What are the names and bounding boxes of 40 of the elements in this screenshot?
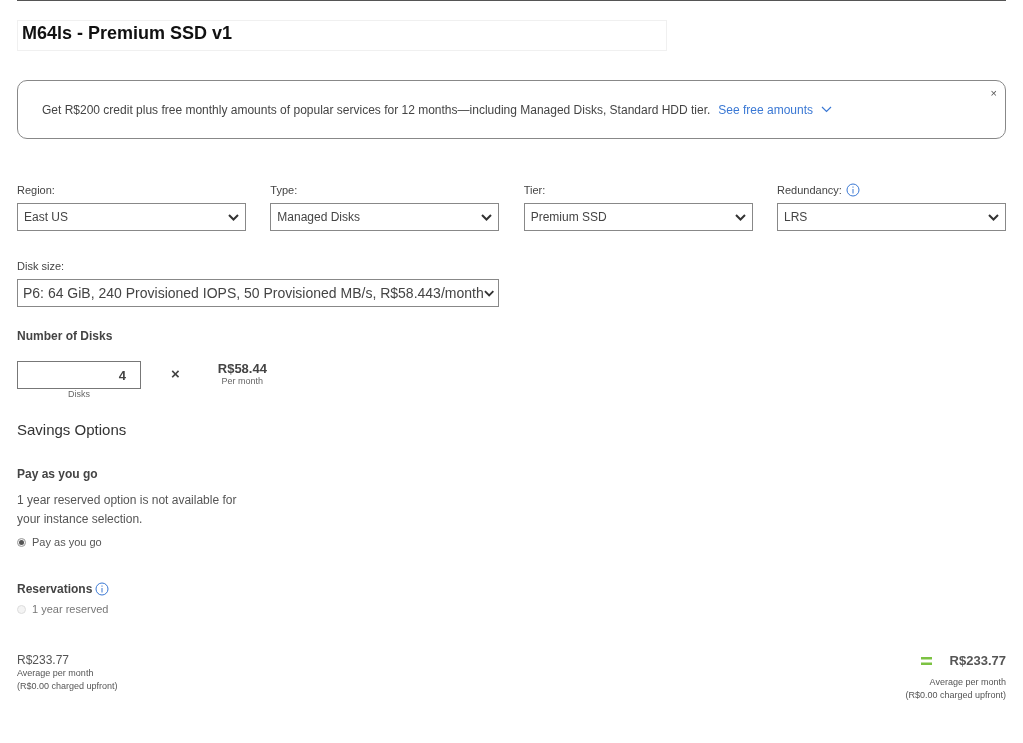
field-label: Region: (17, 184, 55, 196)
field-label: Type: (270, 184, 298, 196)
field-label: Disk size: (17, 260, 65, 272)
note-text: 1 year reserved option is not available for your instance selection. (17, 492, 238, 528)
see-free-amounts-link[interactable]: See free amounts (718, 102, 833, 117)
title-field[interactable]: M64ls - Premium SSD v1 (17, 20, 667, 51)
unit-label: Disks (68, 389, 90, 399)
upfront-note: (R$0.00 charged upfront) (17, 680, 118, 693)
field-label: Redundancy: (777, 184, 842, 196)
info-icon[interactable] (845, 183, 860, 197)
subheading: Reservations (17, 582, 93, 596)
chevron-down-icon (228, 213, 239, 221)
total-caption: Average per month (929, 676, 1006, 689)
chevron-down-icon (483, 289, 494, 297)
multiply-sign: × (171, 365, 180, 382)
upfront-note: (R$0.00 charged upfront) (905, 689, 1006, 702)
dropdown[interactable]: Managed Disks (270, 203, 500, 231)
total-amount: R$233.77 (949, 653, 1006, 668)
price-caption: Per month (221, 376, 264, 386)
dropdown[interactable]: P6: 64 GiB, 240 Provisioned IOPS, 50 Provisioned MB/s, R$58.443/month (17, 279, 499, 307)
dropdown[interactable]: East US (17, 203, 246, 231)
equals-icon (920, 656, 932, 665)
banner-text: Get R$200 credit plus free monthly amounts of popular services for 12 months—including Managed Disks, Standard HDD tier. (42, 102, 711, 117)
total-caption: Average per month (17, 667, 95, 680)
unit-price: R$58.44 (217, 361, 267, 376)
disk-count-input[interactable]: 4 (17, 361, 141, 389)
chevron-down-icon (734, 213, 746, 221)
close-button[interactable]: × (990, 87, 997, 99)
section-heading: Number of Disks (17, 329, 114, 343)
chevron-down-icon (821, 106, 833, 113)
chevron-down-icon (481, 213, 493, 221)
radio-option[interactable]: Pay as you go (17, 536, 102, 548)
section-heading: Savings Options (17, 421, 128, 438)
subheading: Pay as you go (17, 467, 99, 481)
dropdown[interactable]: Premium SSD (523, 203, 753, 231)
field-label: Tier: (523, 184, 546, 196)
dropdown[interactable]: LRS (777, 203, 1006, 231)
total-amount: R$233.77 (17, 653, 70, 667)
info-icon[interactable] (95, 582, 110, 596)
chevron-down-icon (988, 213, 999, 221)
